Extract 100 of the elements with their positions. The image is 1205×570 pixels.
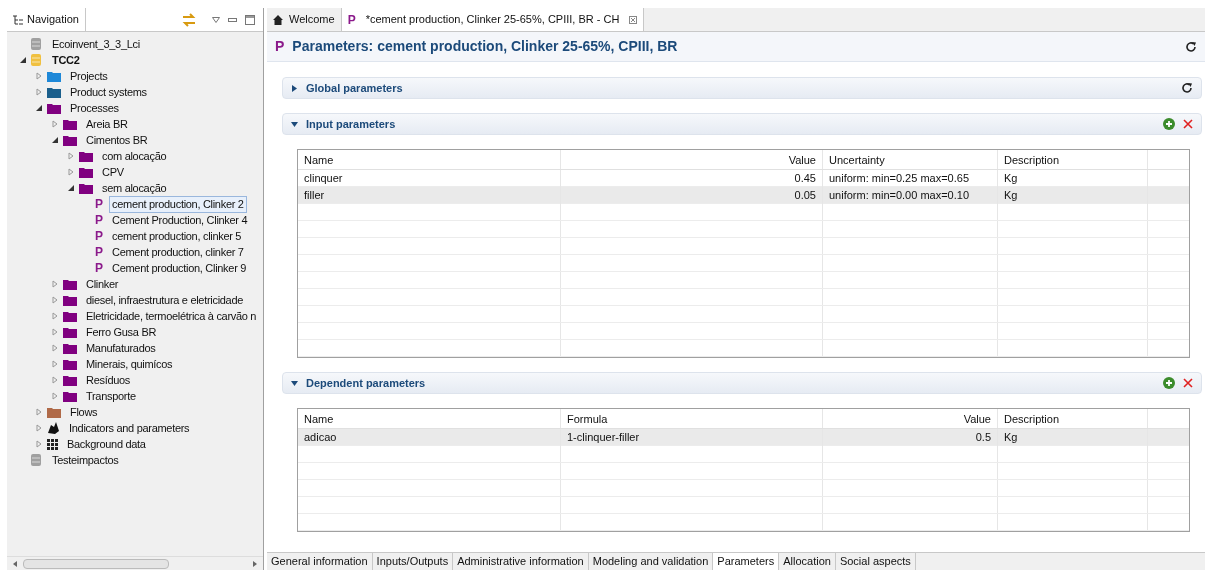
tree-item[interactable]: Eletricidade, termoelétrica à carvão n (83, 307, 260, 325)
table-cell: clinquer (298, 169, 561, 187)
tree-item[interactable]: Areia BR (83, 115, 131, 133)
collapsed-arrow-icon[interactable] (35, 88, 43, 96)
table-cell: 1-clinquer-filler (561, 428, 823, 446)
table-cell: filler (298, 186, 561, 204)
tree-item[interactable]: Cimentos BR (83, 131, 151, 149)
view-menu-icon[interactable] (212, 16, 220, 23)
table-row[interactable]: clinquer 0.45 uniform: min=0.25 max=0.65 Kg (298, 170, 1189, 187)
minimize-icon[interactable] (228, 17, 237, 22)
process-icon: P (347, 10, 356, 29)
collapsed-arrow-icon[interactable] (51, 376, 59, 384)
section-header[interactable]: Input parameters (282, 113, 1202, 135)
collapsed-arrow-icon[interactable] (67, 168, 75, 176)
tree-item[interactable]: CPV (99, 163, 127, 181)
tree-item[interactable]: cement production, clinker 5 (109, 227, 245, 245)
tree-item[interactable]: Minerais, quimícos (83, 355, 176, 373)
column-header[interactable]: Description (998, 409, 1148, 428)
tree-icon (13, 14, 23, 25)
tree-item[interactable]: Projects (67, 67, 111, 85)
tree-item[interactable]: Indicators and parameters (66, 419, 193, 437)
tree-item[interactable]: Cement Production, Clinker 4 (109, 211, 251, 229)
tree-item[interactable]: com alocação (99, 147, 170, 165)
table-cell: Kg (998, 186, 1148, 204)
expanded-arrow-icon[interactable] (51, 136, 59, 144)
collapsed-arrow-icon[interactable] (51, 120, 59, 128)
table-cell: Kg (998, 428, 1148, 446)
expanded-arrow-icon[interactable] (67, 184, 75, 192)
close-icon[interactable] (629, 15, 638, 24)
collapsed-arrow-icon[interactable] (35, 72, 43, 80)
delete-icon[interactable] (1183, 119, 1193, 129)
add-icon[interactable] (1163, 377, 1175, 389)
grid-icon (47, 438, 58, 450)
table-row[interactable]: adicao 1-clinquer-filler 0.5 Kg (298, 429, 1189, 446)
tree-item[interactable]: Background data (64, 435, 149, 453)
table-row[interactable]: filler 0.05 uniform: min=0.00 max=0.10 Kg (298, 187, 1189, 204)
collapsed-arrow-icon[interactable] (51, 344, 59, 352)
tree-item[interactable]: Manufaturados (83, 339, 159, 357)
tree-item[interactable]: Cement production, Clinker 9 (109, 259, 250, 277)
tree-item[interactable]: diesel, infraestrutura e eletricidade (83, 291, 247, 309)
collapsed-arrow-icon[interactable] (35, 424, 43, 432)
column-header[interactable]: Value (823, 409, 998, 428)
tree-item[interactable]: Ecoinvent_3_3_Lci (49, 35, 143, 53)
process-icon: P (95, 227, 103, 245)
scroll-left-icon[interactable] (13, 560, 17, 567)
home-icon (273, 14, 283, 25)
tree-item[interactable]: Ferro Gusa BR (83, 323, 160, 341)
collapsed-arrow-icon[interactable] (35, 440, 43, 448)
tree-item[interactable]: Product systems (67, 83, 150, 101)
collapsed-arrow-icon[interactable] (51, 312, 59, 320)
section-header[interactable]: Global parameters (282, 77, 1202, 99)
column-header[interactable]: Description (998, 150, 1148, 169)
table-cell: adicao (298, 428, 561, 446)
tree-item[interactable]: Clinker (83, 275, 122, 293)
tree-item[interactable]: Resíduos (83, 371, 134, 389)
process-icon: P (95, 195, 103, 213)
page-tab[interactable]: Parameters (713, 553, 780, 570)
table-cell: 0.45 (561, 169, 823, 187)
process-icon: P (95, 211, 103, 229)
collapsed-arrow-icon[interactable] (51, 280, 59, 288)
tree-item[interactable]: cement production, Clinker 2 (109, 195, 247, 213)
process-icon: P (95, 243, 103, 261)
process-icon: P (275, 36, 285, 57)
column-header[interactable]: Name (298, 150, 561, 169)
tree-item[interactable]: Transporte (83, 387, 139, 405)
collapsed-arrow-icon[interactable] (51, 296, 59, 304)
tree-item[interactable]: Flows (67, 403, 101, 421)
expanded-arrow-icon[interactable] (35, 104, 43, 112)
section-header[interactable]: Dependent parameters (282, 372, 1202, 394)
column-header[interactable]: Formula (561, 409, 823, 428)
tree-item[interactable]: Testeimpactos (49, 451, 122, 469)
refresh-icon[interactable] (1185, 40, 1197, 53)
expanded-arrow-icon[interactable] (19, 56, 27, 64)
expanded-arrow-icon (291, 120, 298, 128)
refresh-icon[interactable] (1181, 82, 1193, 94)
horizontal-scrollbar[interactable] (7, 556, 263, 570)
tree-item[interactable]: TCC2 (49, 51, 83, 69)
sync-arrows-icon[interactable] (182, 12, 196, 27)
tree-item[interactable]: Processes (67, 99, 122, 117)
collapsed-arrow-icon[interactable] (51, 360, 59, 368)
add-icon[interactable] (1163, 118, 1175, 130)
editor-title: Parameters: cement production, Clinker 25-65%, CPIII, BR (292, 37, 678, 56)
table-cell: 0.5 (823, 428, 998, 446)
column-header[interactable]: Value (561, 150, 823, 169)
collapsed-arrow-icon[interactable] (51, 328, 59, 336)
tree-item[interactable]: Cement production, clinker 7 (109, 243, 247, 261)
maximize-icon[interactable] (245, 14, 255, 25)
tree-item[interactable]: sem alocação (99, 179, 170, 197)
collapsed-arrow-icon[interactable] (67, 152, 75, 160)
scroll-right-icon[interactable] (253, 560, 257, 567)
table-cell: uniform: min=0.25 max=0.65 (823, 169, 998, 187)
column-header[interactable]: Name (298, 409, 561, 428)
process-icon: P (95, 259, 103, 277)
delete-icon[interactable] (1183, 378, 1193, 388)
collapsed-arrow-icon (291, 84, 298, 92)
expanded-arrow-icon (291, 379, 298, 387)
column-header[interactable]: Uncertainty (823, 150, 998, 169)
collapsed-arrow-icon[interactable] (35, 408, 43, 416)
collapsed-arrow-icon[interactable] (51, 392, 59, 400)
editor-tab[interactable]: P *cement production, Clinker 25-65%, CPIII, BR - CH (341, 8, 645, 31)
